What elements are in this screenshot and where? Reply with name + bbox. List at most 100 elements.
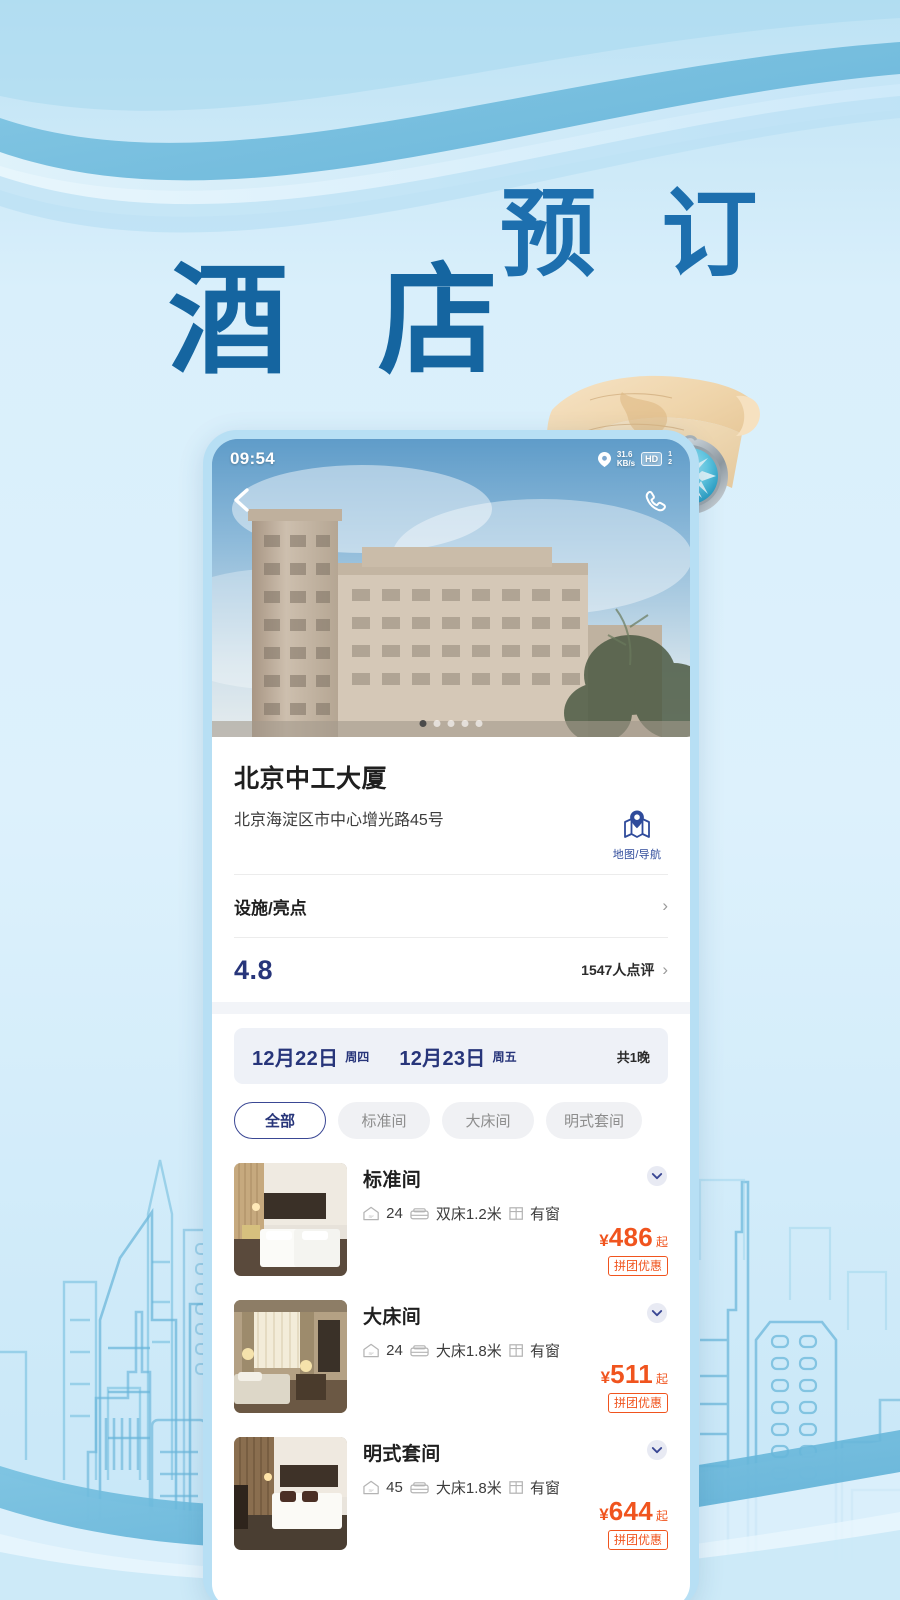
facilities-row[interactable]: 设施/亮点 › bbox=[234, 875, 668, 937]
status-bar: 09:54 31.6 KB/s HD 1 2 bbox=[212, 439, 690, 479]
carousel-dot-3[interactable] bbox=[447, 720, 455, 727]
room-name: 标准间 bbox=[363, 1170, 422, 1191]
carousel-dots[interactable] bbox=[419, 720, 483, 727]
svg-text:m²: m² bbox=[369, 1351, 374, 1356]
price-area: ¥ 511 起 拼团优惠 bbox=[601, 1361, 668, 1413]
svg-text:m²: m² bbox=[369, 1214, 374, 1219]
network-speed-unit: KB/s bbox=[616, 459, 636, 468]
room-amenities: m² 24 大床1.8米 有窗 bbox=[363, 1340, 560, 1361]
date-selector[interactable]: 12月22日 周四 12月23日 周五 共1晚 bbox=[234, 1028, 668, 1084]
bed-icon bbox=[410, 1481, 429, 1493]
room-list: 标准间 m² 24 双床1.2米 有窗 ¥ 486 起 拼团优惠 大床间 m² … bbox=[212, 1145, 690, 1560]
room-bed: 大床1.8米 bbox=[435, 1343, 502, 1360]
room-amenities: m² 24 双床1.2米 有窗 bbox=[363, 1203, 560, 1224]
chevron-down-circle-icon[interactable] bbox=[646, 1439, 668, 1461]
carousel-dot-2[interactable] bbox=[433, 720, 441, 727]
room-price-block: ¥ 486 起 拼团优惠 bbox=[576, 1163, 668, 1276]
carousel-dot-5[interactable] bbox=[475, 720, 483, 727]
price-area: ¥ 644 起 拼团优惠 bbox=[599, 1498, 668, 1550]
price-suffix: 起 bbox=[655, 1235, 668, 1249]
table-row[interactable]: 明式套间 m² 45 大床1.8米 有窗 ¥ 644 起 拼团优惠 bbox=[234, 1423, 668, 1560]
sim1-label: 1 bbox=[668, 451, 672, 458]
hotel-address: 北京海淀区市中心增光路45号 bbox=[234, 812, 444, 829]
table-row[interactable]: 标准间 m² 24 双床1.2米 有窗 ¥ 486 起 拼团优惠 bbox=[234, 1149, 668, 1286]
promo-badge: 拼团优惠 bbox=[607, 1393, 668, 1413]
room-window: 有窗 bbox=[529, 1206, 560, 1223]
phone-handset-icon[interactable] bbox=[640, 487, 670, 517]
currency-symbol: ¥ bbox=[599, 1505, 609, 1524]
area-house-icon: m² bbox=[363, 1480, 379, 1495]
room-photo bbox=[234, 1300, 347, 1413]
room-photo bbox=[234, 1163, 347, 1276]
date-section: 12月22日 周四 12月23日 周五 共1晚 bbox=[212, 1014, 690, 1084]
rating-score: 4.8 bbox=[234, 954, 274, 985]
room-area: 24 bbox=[386, 1342, 403, 1359]
promo-badge: 拼团优惠 bbox=[607, 1256, 668, 1276]
hd-badge: HD bbox=[641, 452, 663, 466]
hotel-address-row: 北京海淀区市中心增光路45号 地图/导航 bbox=[234, 795, 668, 874]
room-area: 24 bbox=[386, 1205, 403, 1222]
sim2-label: 2 bbox=[668, 459, 672, 466]
room-amenities: m² 45 大床1.8米 有窗 bbox=[363, 1477, 560, 1498]
hotel-building-photo bbox=[212, 439, 690, 737]
room-bed: 双床1.2米 bbox=[435, 1206, 502, 1223]
status-time: 09:54 bbox=[230, 449, 275, 468]
facilities-label: 设施/亮点 bbox=[234, 898, 307, 918]
map-nav-label: 地图/导航 bbox=[612, 849, 662, 861]
room-thumbnail[interactable] bbox=[234, 1163, 347, 1276]
rating-right-group: 1547人点评 › bbox=[581, 960, 668, 980]
room-window: 有窗 bbox=[529, 1343, 560, 1360]
filter-chip-suite[interactable]: 明式套间 bbox=[546, 1102, 643, 1139]
network-speed-value: 31.6 bbox=[616, 450, 633, 459]
filter-chip-kingbed[interactable]: 大床间 bbox=[442, 1102, 534, 1139]
room-window: 有窗 bbox=[529, 1480, 560, 1497]
room-bed: 大床1.8米 bbox=[435, 1480, 502, 1497]
room-thumbnail[interactable] bbox=[234, 1437, 347, 1550]
currency-symbol: ¥ bbox=[599, 1231, 609, 1250]
chevron-down-circle-icon[interactable] bbox=[646, 1302, 668, 1324]
table-row[interactable]: 大床间 m² 24 大床1.8米 有窗 ¥ 511 起 拼团优惠 bbox=[234, 1286, 668, 1423]
filter-chip-all[interactable]: 全部 bbox=[234, 1102, 326, 1139]
checkin-weekday: 周四 bbox=[345, 1049, 370, 1064]
nights-count: 共1晚 bbox=[616, 1049, 650, 1065]
hotel-info-card: 北京中工大厦 北京海淀区市中心增光路45号 地图/导航 设施/亮点 › 4.8 … bbox=[212, 737, 690, 1002]
room-name: 大床间 bbox=[363, 1307, 422, 1328]
room-photo bbox=[234, 1437, 347, 1550]
room-name: 明式套间 bbox=[363, 1444, 441, 1465]
map-nav-button[interactable]: 地图/导航 bbox=[606, 809, 668, 862]
room-price: ¥ 486 起 bbox=[599, 1224, 668, 1250]
promo-badge: 拼团优惠 bbox=[607, 1530, 668, 1550]
checkin-date: 12月22日 bbox=[252, 1047, 339, 1070]
chevron-down-circle-icon[interactable] bbox=[646, 1165, 668, 1187]
bed-icon bbox=[410, 1207, 429, 1219]
review-count: 1547人点评 bbox=[581, 962, 655, 978]
status-indicators: 31.6 KB/s HD 1 2 bbox=[597, 450, 672, 468]
rating-row[interactable]: 4.8 1547人点评 › bbox=[234, 938, 668, 1002]
room-area: 45 bbox=[386, 1479, 403, 1496]
carousel-dot-1[interactable] bbox=[419, 720, 427, 727]
room-details: 明式套间 m² 45 大床1.8米 有窗 bbox=[363, 1437, 560, 1550]
svg-text:m²: m² bbox=[369, 1488, 374, 1493]
phone-mockup: 09:54 31.6 KB/s HD 1 2 北京中工大厦 北京海淀区市中心增光… bbox=[203, 430, 699, 1600]
room-type-filter: 全部 标准间 大床间 明式套间 bbox=[212, 1084, 690, 1145]
checkout-date: 12月23日 bbox=[399, 1047, 486, 1070]
room-details: 大床间 m² 24 大床1.8米 有窗 bbox=[363, 1300, 560, 1413]
room-price-block: ¥ 644 起 拼团优惠 bbox=[576, 1437, 668, 1550]
bed-icon bbox=[410, 1344, 429, 1356]
network-speed: 31.6 KB/s bbox=[617, 450, 635, 468]
price-amount: 486 bbox=[608, 1222, 653, 1252]
hotel-photo-carousel[interactable]: 09:54 31.6 KB/s HD 1 2 bbox=[212, 439, 690, 737]
chevron-right-icon: › bbox=[662, 896, 668, 915]
price-amount: 644 bbox=[608, 1496, 653, 1526]
chevron-right-icon: › bbox=[662, 960, 668, 979]
carousel-dot-4[interactable] bbox=[461, 720, 469, 727]
area-house-icon: m² bbox=[363, 1206, 379, 1221]
price-suffix: 起 bbox=[655, 1509, 668, 1523]
checkout-weekday: 周五 bbox=[492, 1049, 517, 1064]
filter-chip-standard[interactable]: 标准间 bbox=[338, 1102, 430, 1139]
room-price-block: ¥ 511 起 拼团优惠 bbox=[576, 1300, 668, 1413]
window-icon bbox=[509, 1481, 523, 1494]
chevron-left-icon[interactable] bbox=[228, 485, 258, 515]
phone-screen: 09:54 31.6 KB/s HD 1 2 北京中工大厦 北京海淀区市中心增光… bbox=[212, 439, 690, 1600]
room-thumbnail[interactable] bbox=[234, 1300, 347, 1413]
